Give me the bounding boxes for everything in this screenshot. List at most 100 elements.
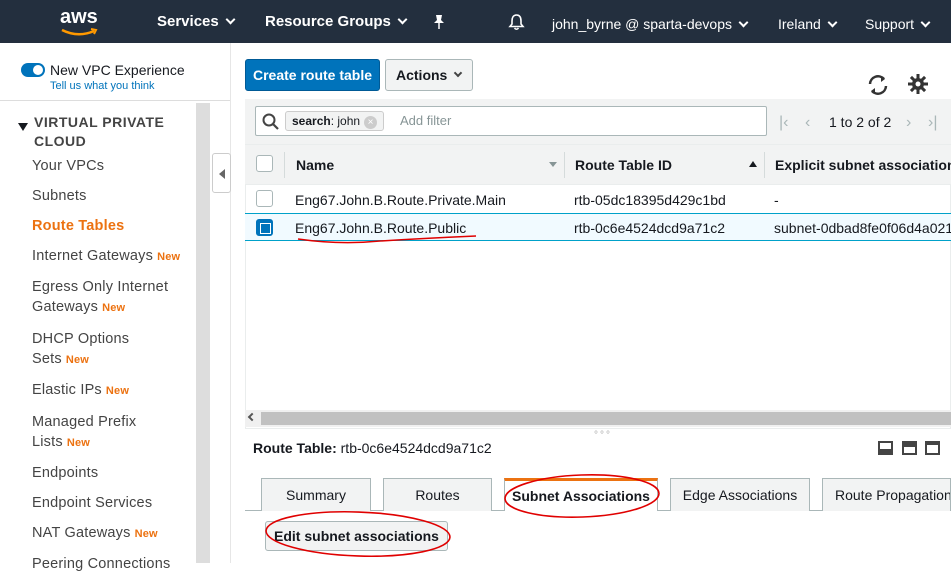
row-checkbox[interactable] — [256, 190, 273, 207]
cell-explicit-association: subnet-0dbad8fe0f06d4a021 — [774, 220, 951, 236]
close-icon[interactable]: × — [364, 116, 378, 129]
pagination-label: 1 to 2 of 2 — [829, 114, 892, 130]
sidebar-item-internet-gateways[interactable]: Internet Gateways New — [32, 246, 192, 267]
section-title-vpc[interactable]: VIRTUAL PRIVATE CLOUD — [34, 113, 194, 151]
sidebar-divider — [0, 100, 230, 101]
new-badge: New — [134, 528, 158, 540]
aws-logo[interactable]: aws — [60, 6, 104, 38]
new-vpc-experience-toggle[interactable] — [21, 63, 45, 77]
tab-summary[interactable]: Summary — [261, 478, 371, 511]
layout-top-icon[interactable] — [925, 441, 940, 455]
sidebar-item-label: Peering Connections — [32, 556, 171, 572]
tab-edge-associations[interactable]: Edge Associations — [670, 478, 810, 511]
sidebar-item-label: NAT Gateways — [32, 525, 131, 541]
chevron-down-icon — [827, 17, 838, 28]
feedback-link[interactable]: Tell us what you think — [50, 80, 155, 92]
column-separator[interactable] — [764, 152, 765, 178]
sidebar-item-peering-connections[interactable]: Peering Connections — [32, 554, 192, 574]
add-filter-placeholder[interactable]: Add filter — [400, 113, 451, 128]
sidebar-item-label: Route Tables — [32, 218, 125, 234]
sidebar-scrollbar[interactable] — [196, 103, 210, 563]
horizontal-scrollbar[interactable] — [245, 410, 951, 427]
sidebar: New VPC Experience Tell us what you thin… — [0, 43, 230, 572]
sidebar-item-label: Elastic IPs — [32, 382, 102, 398]
region-label: Ireland — [778, 16, 821, 32]
sidebar-item-label: Internet Gateways — [32, 248, 154, 264]
caret-down-icon[interactable] — [18, 123, 28, 131]
actions-dropdown[interactable]: Actions — [385, 59, 473, 91]
resource-groups-label: Resource Groups — [265, 13, 391, 30]
column-header-route-table-id[interactable]: Route Table ID — [575, 157, 672, 173]
sort-ascending-icon[interactable] — [749, 161, 757, 167]
support-menu[interactable]: Support — [865, 16, 931, 32]
actions-label: Actions — [396, 67, 448, 83]
sidebar-item-egress-only-internet-gateways[interactable]: Egress Only Internet Gateways New — [32, 277, 192, 318]
sidebar-item-subnets[interactable]: Subnets — [32, 186, 192, 206]
chevron-down-icon — [920, 17, 931, 28]
tab-routes[interactable]: Routes — [383, 478, 492, 511]
last-page-icon[interactable]: ›| — [928, 114, 937, 132]
tab-subnet-associations[interactable]: Subnet Associations — [504, 478, 658, 511]
services-label: Services — [157, 13, 219, 30]
services-menu[interactable]: Services — [157, 13, 236, 30]
sidebar-item-endpoint-services[interactable]: Endpoint Services — [32, 493, 192, 513]
first-page-icon[interactable]: |‹ — [779, 114, 788, 132]
column-separator[interactable] — [564, 152, 565, 178]
cell-name: Eng67.John.B.Route.Private.Main — [295, 192, 506, 208]
create-route-table-button[interactable]: Create route table — [245, 59, 380, 91]
detail-label: Route Table: — [253, 440, 337, 456]
next-page-icon[interactable]: › — [906, 114, 911, 132]
sidebar-item-your-vpcs[interactable]: Your VPCs — [32, 156, 192, 176]
column-header-explicit-subnet-association[interactable]: Explicit subnet association — [775, 157, 951, 173]
filter-token-value: : john — [330, 114, 361, 128]
aws-logo-text: aws — [60, 6, 98, 28]
layout-bottom-icon[interactable] — [878, 441, 893, 455]
chevron-down-icon — [738, 17, 749, 28]
account-menu[interactable]: john_byrne @ sparta-devops — [552, 16, 749, 32]
cell-name: Eng67.John.B.Route.Public — [295, 220, 467, 236]
gear-icon[interactable] — [907, 73, 929, 95]
tab-route-propagation[interactable]: Route Propagation — [822, 478, 951, 511]
sidebar-item-managed-prefix-lists[interactable]: Managed Prefix Lists New — [32, 412, 152, 453]
column-separator — [284, 152, 285, 178]
column-header-name[interactable]: Name — [296, 157, 334, 173]
sidebar-item-route-tables[interactable]: Route Tables — [32, 216, 192, 236]
sidebar-item-elastic-ips[interactable]: Elastic IPs New — [32, 380, 192, 401]
search-icon — [262, 113, 279, 130]
scroll-left-icon[interactable] — [247, 412, 257, 422]
account-label: john_byrne @ sparta-devops — [552, 16, 732, 32]
sidebar-item-nat-gateways[interactable]: NAT Gateways New — [32, 523, 192, 544]
resize-handle-icon[interactable]: °°° — [594, 430, 612, 441]
sidebar-item-label: Endpoint Services — [32, 495, 153, 511]
cell-route-table-id: rtb-05dc18395d429c1bd — [574, 192, 726, 208]
filter-token[interactable]: search: john × — [285, 111, 385, 131]
collapse-sidebar-button[interactable] — [212, 153, 231, 193]
refresh-icon[interactable] — [866, 73, 890, 97]
detail-title: Route Table: rtb-0c6e4524dcd9a71c2 — [253, 440, 492, 456]
sidebar-item-label: Endpoints — [32, 465, 99, 481]
cell-route-table-id: rtb-0c6e4524dcd9a71c2 — [574, 220, 726, 236]
aws-smile-icon — [61, 28, 98, 36]
detail-value: rtb-0c6e4524dcd9a71c2 — [340, 440, 492, 456]
sidebar-item-dhcp-options-sets[interactable]: DHCP Options Sets New — [32, 329, 142, 370]
region-menu[interactable]: Ireland — [778, 16, 838, 32]
layout-split-icon[interactable] — [902, 441, 917, 455]
edit-subnet-associations-button[interactable]: Edit subnet associations — [265, 521, 448, 551]
search-input[interactable]: search: john × Add filter — [255, 106, 767, 136]
sidebar-item-endpoints[interactable]: Endpoints — [32, 463, 192, 483]
scrollbar-thumb[interactable] — [261, 412, 951, 425]
prev-page-icon[interactable]: ‹ — [805, 114, 810, 132]
new-vpc-experience-label: New VPC Experience — [50, 62, 185, 78]
select-all-checkbox[interactable] — [256, 155, 273, 172]
bell-icon[interactable] — [508, 13, 525, 31]
new-badge: New — [157, 251, 181, 263]
sidebar-divider-vertical — [230, 43, 231, 563]
pin-icon[interactable] — [432, 14, 446, 30]
new-badge: New — [65, 354, 90, 366]
chevron-down-icon — [225, 14, 236, 25]
new-badge: New — [102, 302, 126, 314]
row-checkbox-checked[interactable] — [256, 219, 273, 236]
resource-groups-menu[interactable]: Resource Groups — [265, 13, 408, 30]
sort-icon[interactable] — [549, 162, 557, 167]
sidebar-item-label: Subnets — [32, 188, 87, 204]
